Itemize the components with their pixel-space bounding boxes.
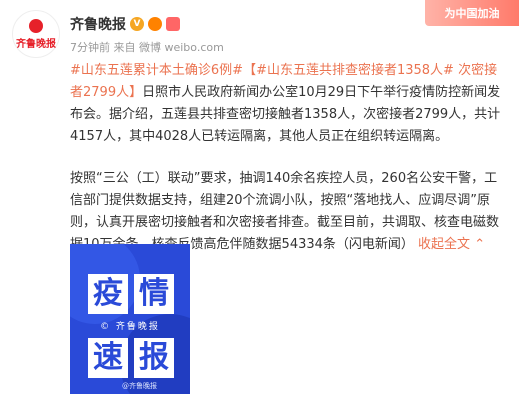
image-middle-text: © 齐鲁晚报 [100, 322, 160, 332]
image-title-char: 疫 [88, 274, 128, 314]
author-name[interactable]: 齐鲁晚报 [70, 14, 126, 34]
fan-badge-icon [166, 17, 180, 31]
post-image[interactable]: 疫 情 © 齐鲁晚报 速 报 @齐鲁晚报 [70, 244, 190, 394]
verified-icon: V [130, 17, 144, 31]
image-title-char: 情 [134, 274, 174, 314]
hashtag-link-1[interactable]: #山东五莲累计本土确诊6例# [70, 63, 243, 78]
image-title-row-2: 速 报 [88, 338, 174, 378]
post-meta: 7分钟前 来自 微博 weibo.com [70, 41, 224, 54]
image-watermark: @齐鲁晚报 [122, 382, 157, 390]
image-title-char: 报 [134, 338, 174, 378]
medal-icon [148, 17, 162, 31]
chevron-up-icon: ⌃ [474, 237, 486, 252]
corner-banner: 为中国加油 [425, 0, 519, 26]
logo-icon [29, 18, 43, 33]
collapse-label: 收起全文 [418, 237, 471, 252]
author-avatar[interactable]: 齐鲁晚报 [12, 10, 60, 58]
post-content: #山东五莲累计本土确诊6例#【#山东五莲共排查密接者1358人# 次密接者279… [70, 60, 510, 256]
post-paragraph-2: 按照“三公（工）联动”要求，抽调140余名疾控人员，260名公安干警，工信部门提… [70, 168, 510, 256]
avatar-text: 齐鲁晚报 [16, 38, 56, 50]
image-title-row-1: 疫 情 [88, 274, 174, 314]
image-title-char: 速 [88, 338, 128, 378]
post-paragraph-1: #山东五莲累计本土确诊6例#【#山东五莲共排查密接者1358人# 次密接者279… [70, 60, 510, 148]
collapse-button[interactable]: 收起全文 ⌃ [418, 237, 485, 252]
author-row: 齐鲁晚报 V [70, 14, 180, 34]
